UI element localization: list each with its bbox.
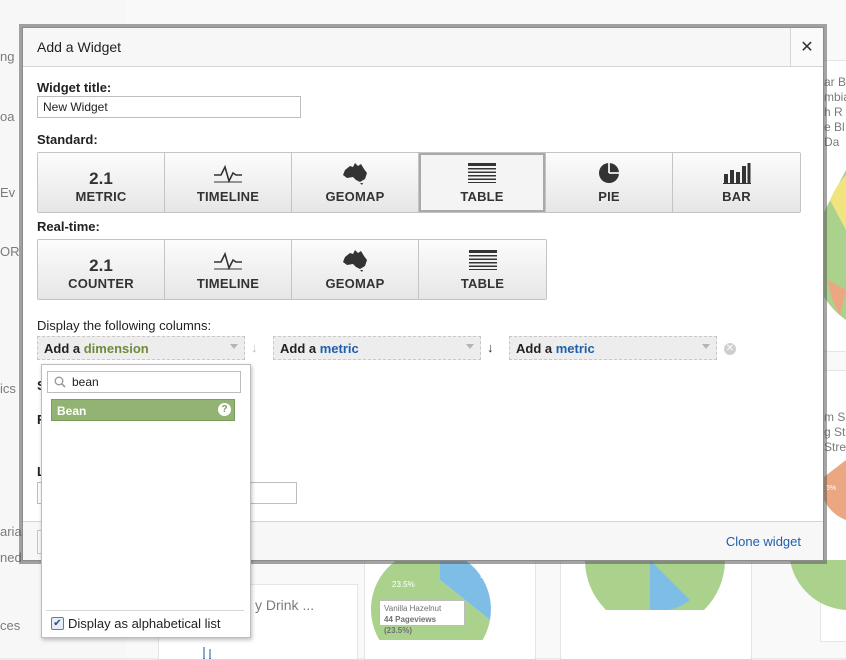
- dropdown-keyword: metric: [555, 341, 595, 356]
- table-icon: [468, 248, 497, 272]
- columns-label: Display the following columns:: [37, 318, 212, 333]
- sort-arrow-icon[interactable]: ↓: [487, 340, 494, 355]
- close-icon: ✕: [800, 39, 814, 56]
- remove-column-icon[interactable]: ✕: [724, 343, 736, 355]
- widget-title-label: Widget title:: [37, 80, 112, 95]
- timeline-icon: [213, 161, 243, 185]
- dimension-result-item[interactable]: Bean ?: [51, 399, 235, 421]
- realtime-label: Real-time:: [37, 219, 100, 234]
- button-label: GEOMAP: [325, 276, 385, 291]
- widget-title-input[interactable]: [37, 96, 301, 118]
- dropdown-keyword: metric: [319, 341, 359, 356]
- realtime-timeline-button[interactable]: TIMELINE: [165, 240, 292, 299]
- button-label: GEOMAP: [325, 189, 385, 204]
- dimension-picker-popup: Bean ? ✔ Display as alphabetical list: [41, 364, 251, 638]
- button-label: COUNTER: [68, 276, 134, 291]
- search-icon: [54, 376, 66, 391]
- button-label: TABLE: [460, 276, 505, 291]
- button-label: TIMELINE: [196, 276, 260, 291]
- metric-icon: 2.1: [89, 169, 113, 188]
- button-label: METRIC: [75, 189, 127, 204]
- clone-widget-link[interactable]: Clone widget: [726, 534, 801, 549]
- dimension-search-box[interactable]: [47, 371, 241, 393]
- standard-widget-types: 2.1 METRIC TIMELINE GEOMAP TABLE PIE BAR: [37, 152, 801, 213]
- alphabetical-checkbox[interactable]: ✔: [51, 617, 64, 630]
- australia-map-icon: [341, 248, 369, 272]
- close-button[interactable]: ✕: [790, 28, 823, 66]
- table-icon: [468, 161, 496, 185]
- pie-button[interactable]: PIE: [546, 153, 673, 212]
- dropdown-prefix: Add a: [44, 341, 84, 356]
- popup-footer: ✔ Display as alphabetical list: [46, 610, 244, 633]
- dropdown-keyword: dimension: [83, 341, 149, 356]
- dropdown-prefix: Add a: [516, 341, 556, 356]
- dropdown-prefix: Add a: [280, 341, 320, 356]
- dimension-dropdown[interactable]: Add a dimension: [37, 336, 245, 360]
- chevron-down-icon: [230, 344, 238, 349]
- realtime-table-button[interactable]: TABLE: [419, 240, 546, 299]
- button-label: BAR: [722, 189, 751, 204]
- chevron-down-icon: [466, 344, 474, 349]
- timeline-icon: [213, 248, 243, 272]
- metric-button[interactable]: 2.1 METRIC: [38, 153, 165, 212]
- button-label: TABLE: [460, 189, 504, 204]
- geomap-button[interactable]: GEOMAP: [292, 153, 419, 212]
- bar-button[interactable]: BAR: [673, 153, 800, 212]
- counter-icon: 2.1: [89, 256, 113, 275]
- alphabetical-label[interactable]: Display as alphabetical list: [68, 616, 220, 631]
- sort-arrow-icon[interactable]: ↓: [251, 340, 258, 355]
- australia-map-icon: [341, 161, 369, 185]
- timeline-button[interactable]: TIMELINE: [165, 153, 292, 212]
- pie-icon: [597, 161, 621, 185]
- counter-button[interactable]: 2.1 COUNTER: [38, 240, 165, 299]
- realtime-widget-types: 2.1 COUNTER TIMELINE GEOMAP TABLE: [37, 239, 547, 300]
- table-button[interactable]: TABLE: [419, 153, 546, 212]
- result-label: Bean: [57, 404, 87, 418]
- bar-chart-icon: [722, 161, 751, 185]
- help-icon[interactable]: ?: [218, 403, 231, 416]
- button-label: TIMELINE: [196, 189, 260, 204]
- dialog-title: Add a Widget: [37, 39, 122, 55]
- metric-dropdown-1[interactable]: Add a metric: [273, 336, 481, 360]
- standard-label: Standard:: [37, 132, 98, 147]
- dialog-header: Add a Widget ✕: [23, 28, 823, 67]
- realtime-geomap-button[interactable]: GEOMAP: [292, 240, 419, 299]
- button-label: PIE: [598, 189, 620, 204]
- chevron-down-icon: [702, 344, 710, 349]
- metric-dropdown-2[interactable]: Add a metric: [509, 336, 717, 360]
- dimension-search-input[interactable]: [72, 374, 232, 390]
